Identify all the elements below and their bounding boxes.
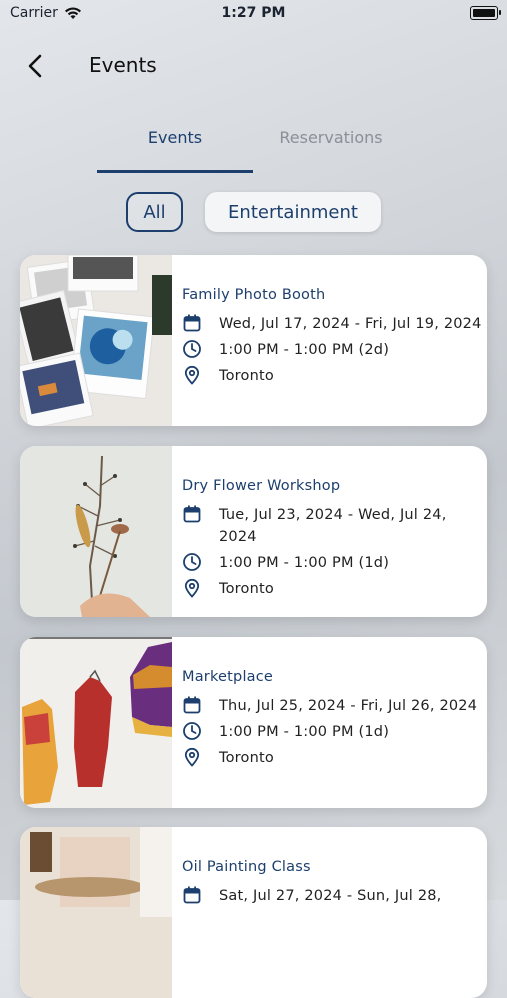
tab-reservations-label: Reservations <box>279 128 383 147</box>
clock-icon <box>183 722 201 740</box>
battery-icon <box>470 6 501 20</box>
event-location-row: Toronto <box>182 578 482 600</box>
filter-chips: All Entertainment <box>0 192 507 236</box>
event-time-row: 1:00 PM - 1:00 PM (1d) <box>182 552 482 574</box>
location-pin-icon <box>184 578 200 598</box>
event-location: Toronto <box>219 750 274 766</box>
event-location: Toronto <box>219 368 274 384</box>
clock-icon <box>183 340 201 358</box>
event-details: Marketplace Thu, Jul 25, 2024 - Fri, Jul… <box>182 669 482 773</box>
tab-reservations[interactable]: Reservations <box>253 128 409 173</box>
event-time: 1:00 PM - 1:00 PM (1d) <box>219 555 390 571</box>
event-image <box>20 255 172 426</box>
event-time-row: 1:00 PM - 1:00 PM (2d) <box>182 339 482 361</box>
status-time: 1:27 PM <box>221 5 286 21</box>
calendar-icon <box>183 696 201 714</box>
event-details: Family Photo Booth Wed, Jul 17, 2024 - F… <box>182 287 482 391</box>
event-location: Toronto <box>219 581 274 597</box>
event-date: Sat, Jul 27, 2024 - Sun, Jul 28, <box>219 888 442 904</box>
event-time: 1:00 PM - 1:00 PM (1d) <box>219 724 390 740</box>
event-location-row: Toronto <box>182 747 482 769</box>
filter-chip-all[interactable]: All <box>126 192 183 232</box>
tab-underline <box>97 170 253 173</box>
calendar-icon <box>183 886 201 904</box>
event-location-row: Toronto <box>182 365 482 387</box>
back-button[interactable] <box>22 52 50 80</box>
clock-icon <box>183 553 201 571</box>
event-title: Family Photo Booth <box>182 287 326 303</box>
segmented-tabs: Events Reservations <box>97 128 409 173</box>
event-date-row: Sat, Jul 27, 2024 - Sun, Jul 28, <box>182 885 482 907</box>
tab-events[interactable]: Events <box>97 128 253 173</box>
event-time: 1:00 PM - 1:00 PM (2d) <box>219 342 390 358</box>
nav-bar: Events <box>0 40 507 90</box>
event-date: Thu, Jul 25, 2024 - Fri, Jul 26, 2024 <box>219 698 478 714</box>
event-image <box>20 827 172 998</box>
tab-events-label: Events <box>147 128 203 147</box>
location-pin-icon <box>184 365 200 385</box>
event-image <box>20 637 172 808</box>
event-card[interactable]: Marketplace Thu, Jul 25, 2024 - Fri, Jul… <box>20 637 487 808</box>
event-title: Dry Flower Workshop <box>182 478 341 494</box>
calendar-icon <box>183 314 201 332</box>
event-title: Marketplace <box>182 669 274 685</box>
event-date-row: Wed, Jul 17, 2024 - Fri, Jul 19, 2024 <box>182 313 482 335</box>
event-date: Tue, Jul 23, 2024 - Wed, Jul 24, 2024 <box>219 507 447 545</box>
event-details: Oil Painting Class Sat, Jul 27, 2024 - S… <box>182 859 482 911</box>
event-time-row: 1:00 PM - 1:00 PM (1d) <box>182 721 482 743</box>
page-title: Events <box>89 53 157 77</box>
event-card[interactable]: Oil Painting Class Sat, Jul 27, 2024 - S… <box>20 827 487 998</box>
event-image <box>20 446 172 617</box>
event-title: Oil Painting Class <box>182 859 311 875</box>
calendar-icon <box>183 505 201 523</box>
filter-chip-entertainment[interactable]: Entertainment <box>205 192 381 232</box>
event-date-row: Tue, Jul 23, 2024 - Wed, Jul 24, 2024 <box>182 504 482 548</box>
location-pin-icon <box>184 747 200 767</box>
status-bar: Carrier 1:27 PM <box>0 0 507 28</box>
event-card[interactable]: Family Photo Booth Wed, Jul 17, 2024 - F… <box>20 255 487 426</box>
event-date-row: Thu, Jul 25, 2024 - Fri, Jul 26, 2024 <box>182 695 482 717</box>
event-card[interactable]: Dry Flower Workshop Tue, Jul 23, 2024 - … <box>20 446 487 617</box>
event-details: Dry Flower Workshop Tue, Jul 23, 2024 - … <box>182 478 482 604</box>
event-date: Wed, Jul 17, 2024 - Fri, Jul 19, 2024 <box>219 316 482 332</box>
